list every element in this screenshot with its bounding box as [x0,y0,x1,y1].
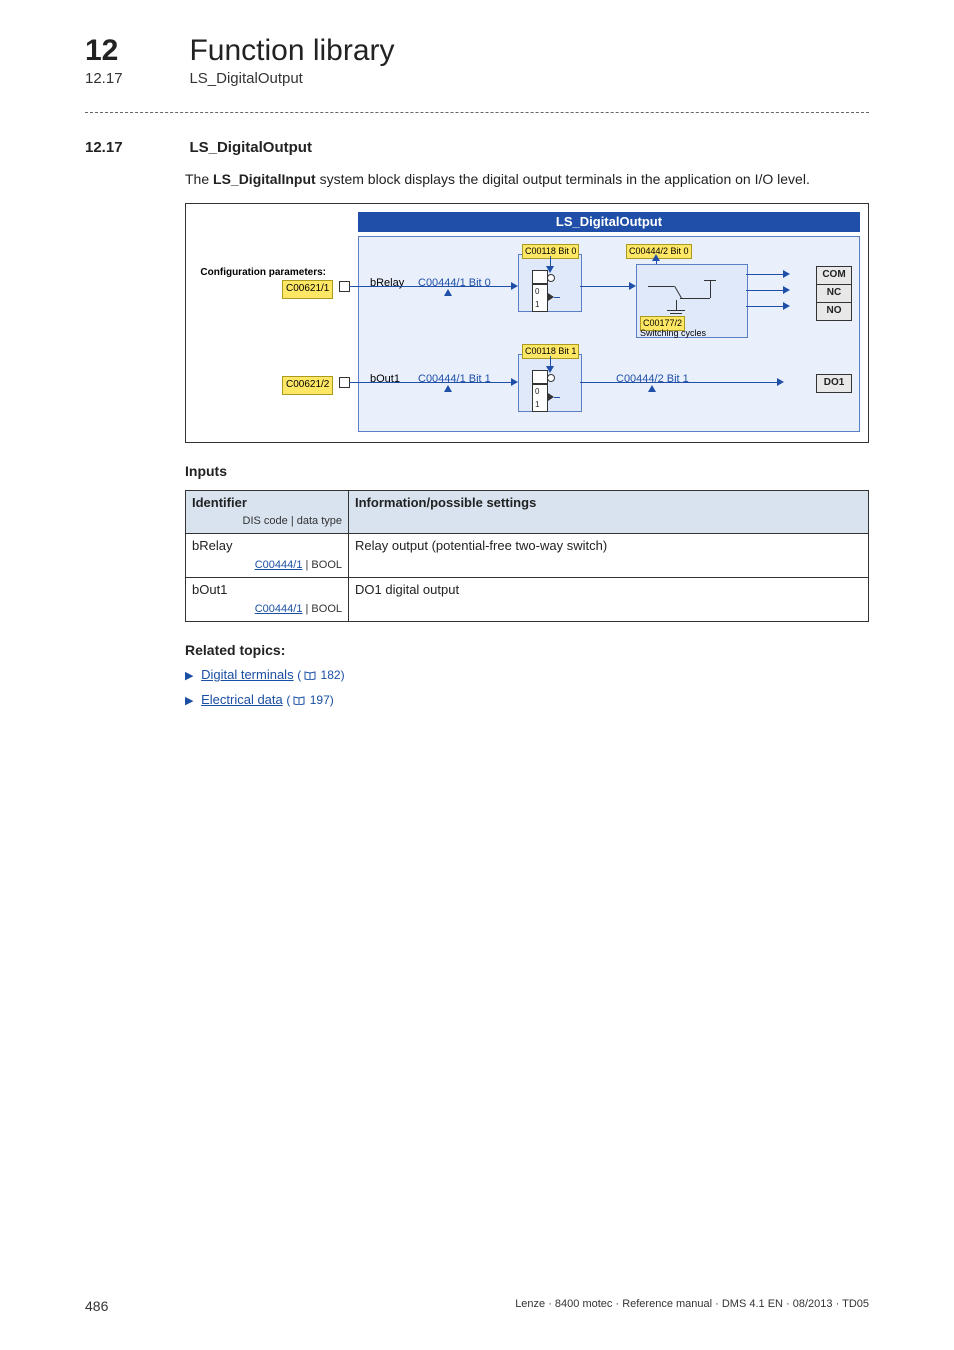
cell-info: Relay output (potential-free two-way swi… [349,534,869,578]
row-dtype: | BOOL [302,559,342,571]
chapter-number: 12 [85,34,185,68]
wire [349,286,514,287]
gnd-stem [676,300,677,310]
row-id: bOut1 [192,582,227,597]
out1-name: bOut1 [370,372,400,388]
arrow-right-icon [783,302,790,310]
arrow-up-icon [444,385,452,392]
book-icon [304,671,316,680]
row-dtype: | BOOL [302,603,342,615]
triangle-icon: ▶ [185,670,193,682]
subchapter-number: 12.17 [85,70,185,87]
inputs-table: Identifier DIS code | data type Informat… [185,490,869,622]
intro-prefix: The [185,171,213,187]
arrow-right-icon [783,286,790,294]
terminal-nc: NC [816,284,852,303]
chapter-title: Function library [189,34,394,68]
section-heading: 12.17 LS_DigitalOutput [85,139,869,157]
contact [710,280,711,298]
table-row: bRelay C00444/1 | BOOL Relay output (pot… [186,534,869,578]
footer-text: Lenze · 8400 motec · Reference manual · … [515,1298,869,1314]
row-code-link[interactable]: C00444/1 [255,559,303,571]
page-footer: 486 Lenze · 8400 motec · Reference manua… [85,1298,869,1314]
relay-code: C00444/1 Bit 0 [418,276,491,292]
cell-id: bRelay C00444/1 | BOOL [186,534,349,578]
page-number: 486 [85,1298,108,1314]
wire [349,382,514,383]
cell-info: DO1 digital output [349,578,869,622]
cell-id: bOut1 C00444/1 | BOOL [186,578,349,622]
related-label: Electrical data [201,692,283,707]
arrow-right-icon [629,282,636,290]
sw-label: Switching cycles [640,327,706,340]
arrow-right-icon [783,270,790,278]
intro-paragraph: The LS_DigitalInput system block display… [185,169,869,189]
th-identifier: Identifier DIS code | data type [186,490,349,534]
terminal-do1: DO1 [816,374,852,393]
related-label: Digital terminals [201,667,293,682]
out1-code: C00444/1 Bit 1 [418,372,491,388]
mux-2: 01 [532,384,548,412]
inputs-heading: Inputs [185,461,869,481]
config-code-1: C00621/1 [282,280,333,299]
diagram-body [358,236,860,432]
related-page: 182 [321,668,341,682]
triangle-icon: ▶ [185,695,193,707]
config-params-label: Configuration parameters: [196,266,326,281]
th-identifier-sub: DIS code | data type [192,514,342,530]
inverter-box [532,370,548,384]
section-number: 12.17 [85,139,185,156]
wire [746,290,786,291]
book-icon [293,696,305,705]
wire [746,274,786,275]
contact [704,280,716,281]
th-identifier-label: Identifier [192,495,247,510]
arrow-up-icon [648,385,656,392]
wire [580,286,632,287]
relay-name: bRelay [370,276,404,292]
inverter-box [532,270,548,284]
wire [746,306,786,307]
intro-bold: LS_DigitalInput [213,171,316,187]
row-code-link[interactable]: C00444/1 [255,603,303,615]
chapter-header: 12 Function library [85,34,869,68]
related-page: 197 [310,693,330,707]
subchapter-title: LS_DigitalOutput [189,70,302,87]
intro-suffix: system block displays the digital output… [316,171,810,187]
section-title: LS_DigitalOutput [189,139,312,156]
divider [85,112,869,113]
related-heading: Related topics: [185,640,869,660]
arrow-up-icon [652,254,660,261]
arrow-up-icon [444,289,452,296]
th-info: Information/possible settings [349,490,869,534]
related-link-1[interactable]: ▶ Digital terminals ( 182) [185,666,869,685]
arrow-right-icon [511,282,518,290]
table-header-row: Identifier DIS code | data type Informat… [186,490,869,534]
diagram-title: LS_DigitalOutput [358,212,860,232]
arrow-right-icon [511,378,518,386]
related-link-2[interactable]: ▶ Electrical data ( 197) [185,691,869,710]
contact [680,298,710,299]
block-diagram: LS_DigitalOutput Configuration parameter… [185,203,869,443]
wire [554,297,560,298]
table-row: bOut1 C00444/1 | BOOL DO1 digital output [186,578,869,622]
wire [554,397,560,398]
contact [648,286,674,287]
terminal-com: COM [816,266,852,285]
terminal-no: NO [816,302,852,321]
subchapter-header: 12.17 LS_DigitalOutput [85,70,869,88]
row-id: bRelay [192,538,232,553]
config-code-2: C00621/2 [282,376,333,395]
mux-1: 01 [532,284,548,312]
arrow-right-icon [777,378,784,386]
